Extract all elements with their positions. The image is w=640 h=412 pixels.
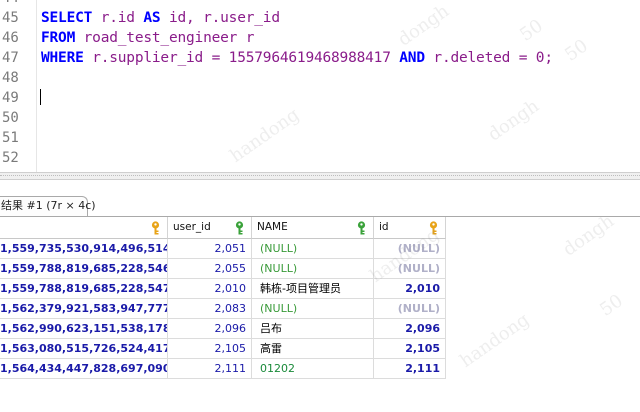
code-line[interactable]: SELECT r.id AS id, r.user_id [41, 8, 280, 28]
text-caret [40, 89, 41, 105]
user-id-cell[interactable]: 2,055 [168, 259, 252, 279]
sql-token: . [109, 10, 118, 26]
code-line[interactable]: WHERE r.supplier_id = 155796461946898841… [41, 48, 553, 68]
id-cell[interactable]: 2,105 [374, 339, 446, 359]
sql-keyword: FROM [41, 30, 76, 46]
user-id-cell[interactable]: 2,083 [168, 299, 252, 319]
column-header-user-id[interactable]: user_id [168, 217, 252, 239]
key-icon [357, 221, 366, 235]
sql-keyword: WHERE [41, 50, 84, 66]
row-id-cell[interactable]: 1,563,080,515,726,524,417 [0, 339, 168, 359]
sql-token: user_id [220, 10, 280, 26]
sql-token: ; [544, 50, 553, 66]
row-id-cell[interactable]: 1,564,434,447,828,697,090 [0, 359, 168, 379]
name-cell[interactable]: 韩栋-项目管理员 [252, 279, 374, 299]
watermark-text: 50 [596, 290, 627, 321]
line-number: 48 [2, 70, 19, 86]
sql-token: = [203, 50, 229, 66]
line-number: 46 [2, 30, 19, 46]
name-cell[interactable]: 高雷 [252, 339, 374, 359]
sql-token: . [100, 50, 110, 66]
sql-token: r [100, 10, 110, 26]
column-header-label: NAME [257, 221, 288, 233]
id-cell[interactable]: 2,010 [374, 279, 446, 299]
results-tab-bar: 结果 #1 (7r × 4c) [0, 190, 640, 217]
column-header-label: id [379, 221, 389, 233]
name-cell[interactable]: (NULL) [252, 259, 374, 279]
line-number: 47 [2, 50, 19, 66]
row-id-cell[interactable]: 1,559,788,819,685,228,547 [0, 279, 168, 299]
name-cell[interactable]: (NULL) [252, 299, 374, 319]
sql-token: . [211, 10, 221, 26]
sql-token: r [245, 30, 255, 46]
row-id-cell[interactable]: 1,562,990,623,151,538,178 [0, 319, 168, 339]
sql-editor[interactable]: 44 4546474849505152 SELECT r.id AS id, r… [0, 0, 640, 172]
tab-result-1[interactable]: 结果 #1 (7r × 4c) [0, 196, 96, 216]
line-number: 51 [2, 130, 19, 146]
sql-token: road_test_engineer [83, 30, 238, 46]
id-cell[interactable]: 2,096 [374, 319, 446, 339]
line-number: 45 [2, 10, 19, 26]
sql-token: deleted [450, 50, 511, 66]
id-cell[interactable]: (NULL) [374, 239, 446, 259]
user-id-cell[interactable]: 2,096 [168, 319, 252, 339]
user-id-cell[interactable]: 2,105 [168, 339, 252, 359]
editor-results-splitter[interactable] [0, 172, 640, 180]
key-icon [151, 221, 160, 235]
name-cell[interactable]: 吕布 [252, 319, 374, 339]
watermark-text: handong [456, 309, 534, 372]
row-id-cell[interactable]: 1,559,788,819,685,228,546 [0, 259, 168, 279]
sql-token: r [203, 10, 212, 26]
line-number: 49 [2, 90, 19, 106]
id-cell[interactable]: 2,111 [374, 359, 446, 379]
user-id-cell[interactable]: 2,111 [168, 359, 252, 379]
column-header-id[interactable]: id [374, 217, 446, 239]
sql-token: , [186, 10, 204, 26]
code-line[interactable]: FROM road_test_engineer r [41, 28, 254, 48]
key-icon [235, 221, 244, 235]
sql-keyword: SELECT [41, 10, 93, 26]
row-id-cell[interactable]: 1,559,735,530,914,496,514 [0, 239, 168, 259]
key-icon [429, 221, 438, 235]
id-cell[interactable]: (NULL) [374, 299, 446, 319]
sql-keyword: AND [399, 50, 425, 66]
line-number: 50 [2, 110, 19, 126]
name-cell[interactable]: 01202 [252, 359, 374, 379]
column-header-rownum[interactable] [0, 217, 168, 239]
name-cell[interactable]: (NULL) [252, 239, 374, 259]
line-number: 52 [2, 150, 19, 166]
user-id-cell[interactable]: 2,010 [168, 279, 252, 299]
watermark-text: dongh [559, 210, 618, 261]
sql-token: r [92, 50, 101, 66]
column-header-name[interactable]: NAME [252, 217, 374, 239]
sql-token: r [433, 50, 442, 66]
line-number: 44 [2, 0, 26, 8]
sql-token: id [168, 10, 187, 26]
sql-token: id [117, 10, 135, 26]
id-cell[interactable]: (NULL) [374, 259, 446, 279]
sql-number: 1557964619468988417 [228, 50, 391, 66]
sql-token: supplier_id [109, 50, 204, 66]
line-number-gutter: 44 45 46 47 48 49 50 51 52 [0, 0, 37, 172]
column-header-label: user_id [173, 221, 211, 233]
sql-keyword: AS [143, 10, 161, 26]
user-id-cell[interactable]: 2,051 [168, 239, 252, 259]
sql-token: = [510, 50, 536, 66]
row-id-cell[interactable]: 1,562,379,921,583,947,777 [0, 299, 168, 319]
